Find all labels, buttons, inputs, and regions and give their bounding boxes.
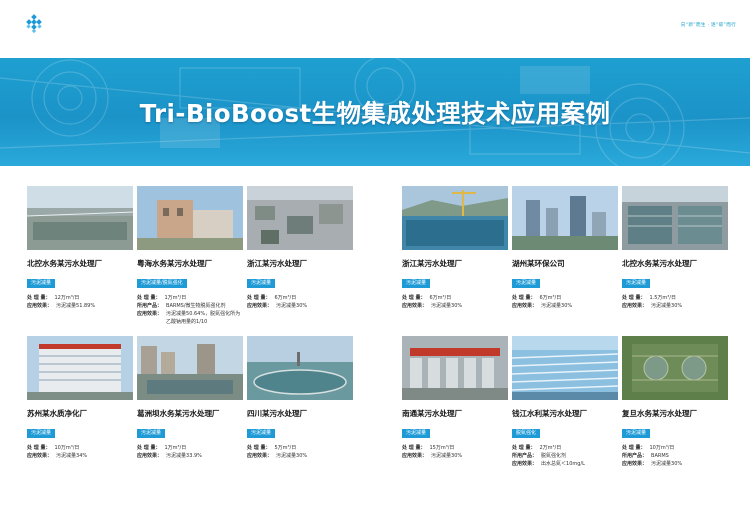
case-photo: [137, 336, 243, 400]
case-info-row: 处 理 量： 1.5万m³/日: [622, 295, 676, 301]
case-info-row: 应用效果： 污泥减量34%: [27, 453, 88, 459]
case-title: 北控水务某污水处理厂: [27, 259, 102, 268]
case-info-row: 应用效果： 污泥减量30%: [247, 453, 308, 459]
case-title: 四川某污水处理厂: [247, 409, 307, 418]
case-tag: 污泥减量: [402, 428, 431, 438]
case-photo: [247, 336, 353, 400]
case-title: 葛洲坝水务某污水处理厂: [137, 409, 220, 418]
case-title: 复旦水务某污水处理厂: [622, 409, 697, 418]
case-photo: [512, 186, 618, 250]
slogan: 向“新”而生 · 逐“碳”而行: [680, 23, 736, 28]
page-title: Tri-BioBoost生物集成处理技术应用案例: [139, 99, 611, 128]
case-card: 苏州某水质净化厂 污泥减量 处 理 量： 10万m³/日 应用效果： 污泥减量34%: [27, 336, 133, 460]
case-tag: 污泥减量: [27, 278, 56, 288]
case-info-row: 应用效果： 污泥减量50.64%，脱氮强化所为乙酸钠用量的1/10: [137, 311, 241, 325]
case-info-row: 处 理 量： 5万m³/日: [247, 445, 297, 451]
case-info-row: 所用产品： BARMS: [622, 453, 669, 459]
case-card: 葛洲坝水务某污水处理厂 污泥减量 处 理 量： 1万m³/日 应用效果： 污泥减量3…: [137, 336, 243, 460]
case-info-row: 应用效果： 污泥减量33.9%: [137, 453, 202, 459]
case-photo: [27, 336, 133, 400]
case-photo: [402, 186, 508, 250]
case-tag: 污泥减量: [247, 278, 276, 288]
case-info-row: 应用效果： 污泥减量51.89%: [27, 303, 96, 309]
case-info-row: 处 理 量： 6万m³/日: [402, 295, 452, 301]
case-info-row: 应用效果： 污泥减量30%: [512, 303, 573, 309]
case-title: 北控水务某污水处理厂: [622, 259, 697, 268]
case-card: 浙江某污水处理厂 污泥减量 处 理 量： 6万m³/日 应用效果： 污泥减量30%: [402, 186, 508, 310]
case-card: 浙江某污水处理厂 污泥减量 处 理 量： 6万m³/日 应用效果： 污泥减量30%: [247, 186, 353, 310]
case-info-row: 处 理 量： 1万m³/日: [137, 295, 187, 301]
case-photo: [512, 336, 618, 400]
case-card: 粤海水务某污水处理厂 污泥减量/脱氮强化 处 理 量： 1万m³/日 所用产品： B…: [137, 186, 243, 326]
case-tag: 污泥减量: [622, 278, 651, 288]
case-tag: 污泥减量/脱氮强化: [137, 278, 187, 288]
case-info-row: 处 理 量： 15万m³/日: [402, 445, 455, 451]
case-info-row: 所用产品： BARMS/微生物脱氮强化剂: [137, 303, 226, 309]
case-title: 南通某污水处理厂: [402, 409, 462, 418]
case-info-row: 应用效果： 污泥减量30%: [402, 303, 463, 309]
case-title: 粤海水务某污水处理厂: [137, 259, 212, 268]
case-info-row: 应用效果： 污泥减量30%: [622, 303, 683, 309]
case-info-row: 应用效果： 污泥减量30%: [622, 461, 683, 467]
case-info-row: 所用产品： 脱氮强化剂: [512, 453, 567, 459]
case-photo: [247, 186, 353, 250]
case-tag: 污泥减量: [247, 428, 276, 438]
case-photo: [622, 336, 728, 400]
case-tag: 污泥减量: [27, 428, 56, 438]
case-info-row: 处 理 量： 2万m³/日: [512, 445, 562, 451]
case-photo: [137, 186, 243, 250]
case-photo: [27, 186, 133, 250]
case-info-row: 处 理 量： 1万m³/日: [137, 445, 187, 451]
case-card: 湖州某环保公司 污泥减量 处 理 量： 6万m³/日 应用效果： 污泥减量30%: [512, 186, 618, 310]
case-title: 湖州某环保公司: [512, 259, 565, 268]
case-tag: 污泥减量: [622, 428, 651, 438]
company-logo-icon: [26, 14, 42, 34]
case-card: 复旦水务某污水处理厂 污泥减量 处 理 量： 10万m³/日 所用产品： BARMS…: [622, 336, 728, 468]
case-info-row: 处 理 量： 10万m³/日: [27, 445, 80, 451]
case-info-row: 应用效果： 污泥减量30%: [247, 303, 308, 309]
case-photo: [622, 186, 728, 250]
case-card: 四川某污水处理厂 污泥减量 处 理 量： 5万m³/日 应用效果： 污泥减量30%: [247, 336, 353, 460]
case-title: 浙江某污水处理厂: [402, 259, 462, 268]
case-card: 北控水务某污水处理厂 污泥减量 处 理 量： 12万m³/日 应用效果： 污泥减量5…: [27, 186, 133, 310]
case-photo: [402, 336, 508, 400]
case-info-row: 处 理 量： 6万m³/日: [512, 295, 562, 301]
case-card: 北控水务某污水处理厂 污泥减量 处 理 量： 1.5万m³/日 应用效果： 污泥减量…: [622, 186, 728, 310]
case-info-row: 应用效果： 污泥减量30%: [402, 453, 463, 459]
case-tag: 污泥减量: [512, 278, 541, 288]
case-tag: 脱氮强化: [512, 428, 541, 438]
case-title: 钱江水利某污水处理厂: [512, 409, 587, 418]
case-info-row: 处 理 量： 10万m³/日: [622, 445, 675, 451]
case-info-row: 处 理 量： 6万m³/日: [247, 295, 297, 301]
case-card: 南通某污水处理厂 污泥减量 处 理 量： 15万m³/日 应用效果： 污泥减量30%: [402, 336, 508, 460]
case-card: 钱江水利某污水处理厂 脱氮强化 处 理 量： 2万m³/日 所用产品： 脱氮强化剂 …: [512, 336, 618, 468]
top-bar: 向“新”而生 · 逐“碳”而行: [0, 0, 750, 58]
case-info-row: 应用效果： 出水总氮＜10mg/L: [512, 461, 585, 467]
case-tag: 污泥减量: [402, 278, 431, 288]
case-info-row: 处 理 量： 12万m³/日: [27, 295, 80, 301]
case-title: 浙江某污水处理厂: [247, 259, 307, 268]
case-tag: 污泥减量: [137, 428, 166, 438]
case-title: 苏州某水质净化厂: [27, 409, 87, 418]
banner: Tri-BioBoost生物集成处理技术应用案例: [0, 58, 750, 166]
